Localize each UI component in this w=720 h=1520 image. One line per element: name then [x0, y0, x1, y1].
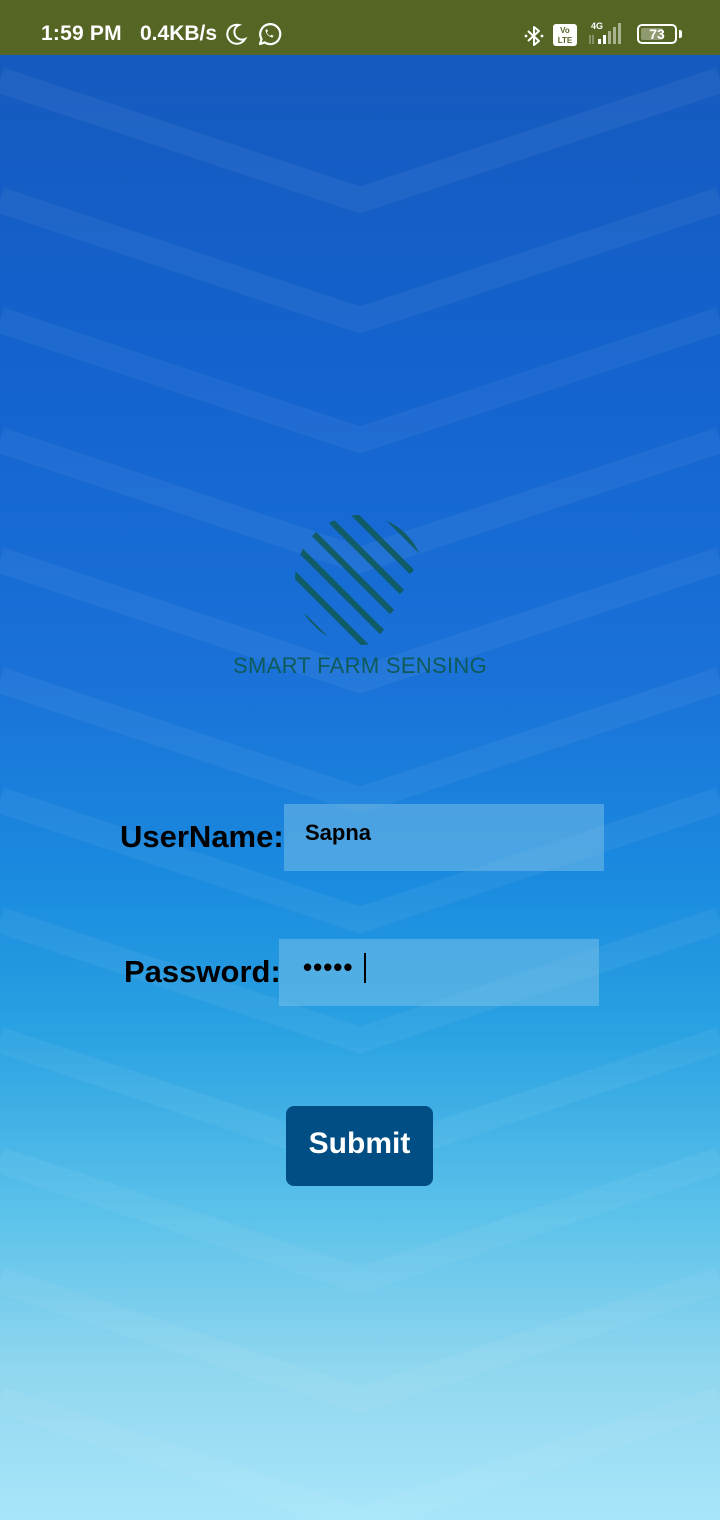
- svg-text:LTE: LTE: [558, 36, 573, 45]
- whatsapp-icon: [258, 23, 282, 46]
- battery-icon: 73: [637, 24, 677, 44]
- password-input[interactable]: •••••: [279, 939, 599, 1006]
- battery-percentage: 73: [649, 26, 665, 42]
- status-time: 1:59 PM: [41, 22, 122, 45]
- moon-icon: [226, 23, 248, 45]
- status-bar: 1:59 PM 0.4KB/s Vo LTE 4G 73: [0, 0, 720, 55]
- battery-nub: [679, 30, 682, 38]
- signal-icon: 4G: [589, 21, 621, 44]
- username-input[interactable]: Sapna: [284, 804, 604, 871]
- svg-text:4G: 4G: [591, 21, 603, 31]
- username-value: Sapna: [305, 820, 372, 845]
- submit-button[interactable]: Submit: [286, 1106, 433, 1186]
- svg-text:Vo: Vo: [560, 26, 570, 35]
- login-screen: 1:59 PM 0.4KB/s Vo LTE 4G 73 SMART FARM …: [0, 0, 720, 1520]
- password-label: Password:: [124, 954, 281, 989]
- password-masked-value: •••••: [303, 952, 354, 982]
- background-chevron-pattern: [0, 67, 720, 1520]
- volte-icon: Vo LTE: [553, 24, 577, 46]
- bluetooth-icon: [524, 26, 544, 46]
- text-cursor: [364, 953, 366, 983]
- logo-text: SMART FARM SENSING: [233, 653, 487, 678]
- network-speed: 0.4KB/s: [140, 22, 218, 45]
- username-label: UserName:: [120, 819, 284, 854]
- smart-farm-logo-icon: [295, 515, 425, 645]
